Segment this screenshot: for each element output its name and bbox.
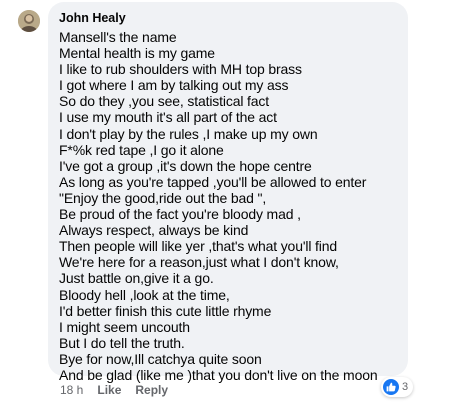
comment-line: I like to rub shoulders with MH top bras… — [59, 61, 302, 78]
comment-line: I use my mouth it's all part of the act — [59, 109, 277, 126]
comment-line: Always respect, always be kind — [59, 222, 249, 239]
comment-line: I've got a group ,it's down the hope cen… — [59, 157, 312, 174]
profile-photo-icon — [18, 10, 40, 32]
reply-button[interactable]: Reply — [135, 383, 168, 397]
comment-line: I got where I am by talking out my ass — [59, 77, 289, 94]
reaction-count: 3 — [402, 381, 409, 393]
comment-line: I'd better finish this cute little rhyme — [59, 302, 272, 319]
reaction-summary[interactable]: 3 — [381, 377, 414, 397]
comment-line: But I do tell the truth. — [59, 334, 185, 351]
comment-line: Mental health is my game — [59, 45, 215, 62]
comment-line: I don't play by the rules ,I make up my … — [59, 125, 318, 142]
comment-line: F*%k red tape ,I go it alone — [59, 141, 224, 158]
comment-line: And be glad (like me )that you don't liv… — [59, 366, 378, 383]
thumbs-up-icon — [383, 379, 399, 395]
comment-line: We're here for a reason,just what I don'… — [59, 254, 339, 271]
comment-timestamp[interactable]: 18 h — [60, 383, 83, 397]
comment-text: Mansell's the name Mental health is my ga… — [59, 29, 408, 383]
like-button[interactable]: Like — [97, 383, 121, 397]
comment-line: Bloody hell ,look at the time, — [59, 286, 230, 303]
comment-line: Mansell's the name — [59, 29, 177, 45]
comment-bubble: John Healy Mansell's the name Mental heal… — [48, 2, 408, 383]
comment-line: So do they ,you see, statistical fact — [59, 93, 270, 110]
comment-line: As long as you're tapped ,you'll be allo… — [59, 173, 367, 190]
comment-line: Then people will like yer ,that's what y… — [59, 238, 337, 255]
avatar[interactable] — [18, 10, 40, 32]
comment-author[interactable]: John Healy — [59, 10, 408, 27]
comment-line: Bye for now,Ill catchya quite soon — [59, 350, 262, 367]
comment-line: I might seem uncouth — [59, 318, 190, 335]
comment-line: "Enjoy the good,ride out the bad ", — [59, 189, 267, 206]
comment-line: Just battle on,give it a go. — [59, 270, 214, 287]
comment-actions: 18 h Like Reply — [60, 383, 182, 397]
comment-line: Be proud of the fact you're bloody mad , — [59, 206, 301, 223]
